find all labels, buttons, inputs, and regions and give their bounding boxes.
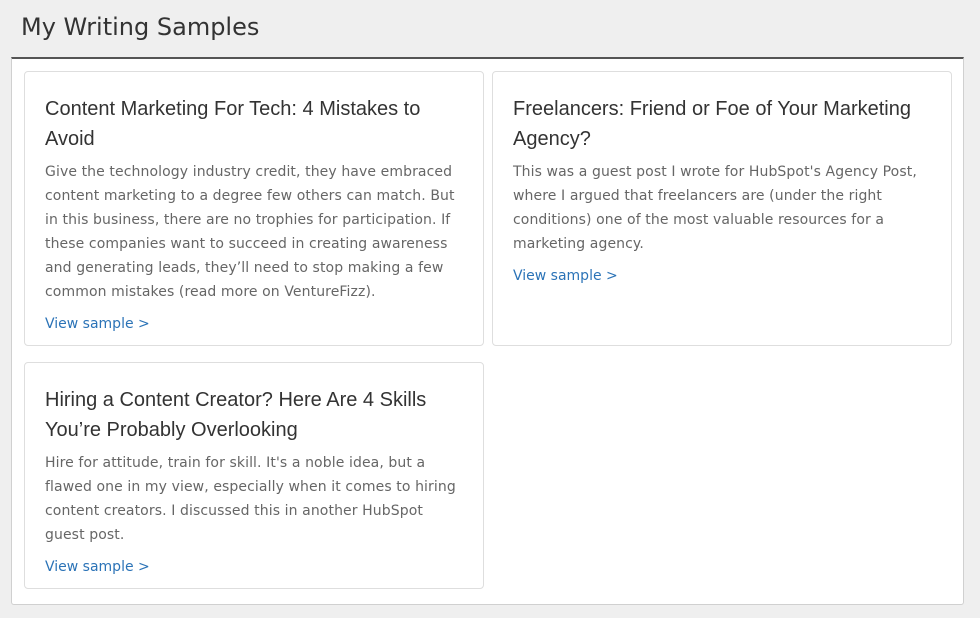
sample-title: Hiring a Content Creator? Here Are 4 Ski…	[45, 389, 427, 441]
view-sample-link[interactable]: View sample >	[45, 555, 150, 579]
sample-card-3: Hiring a Content Creator? Here Are 4 Ski…	[24, 362, 484, 589]
sample-card-2: Freelancers: Friend or Foe of Your Marke…	[492, 71, 952, 346]
sample-description: This was a guest post I wrote for HubSpo…	[513, 164, 917, 252]
sample-description: Hire for attitude, train for skill. It's…	[45, 455, 456, 543]
sample-card-1: Content Marketing For Tech: 4 Mistakes t…	[24, 71, 484, 346]
page-title: My Writing Samples	[21, 13, 260, 41]
writing-samples-panel: Content Marketing For Tech: 4 Mistakes t…	[11, 57, 964, 605]
sample-description: Give the technology industry credit, the…	[45, 164, 455, 300]
view-sample-link[interactable]: View sample >	[513, 264, 618, 288]
view-sample-link[interactable]: View sample >	[45, 312, 150, 336]
sample-title: Freelancers: Friend or Foe of Your Marke…	[513, 98, 911, 150]
sample-title: Content Marketing For Tech: 4 Mistakes t…	[45, 98, 421, 150]
